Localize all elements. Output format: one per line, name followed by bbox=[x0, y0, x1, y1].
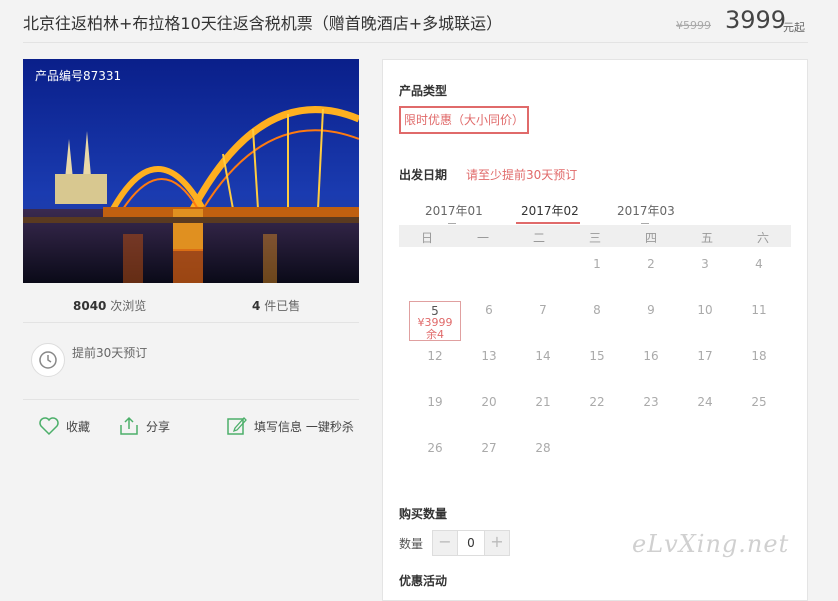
sold-count: 4 bbox=[252, 299, 261, 313]
calendar-day: 24 bbox=[697, 395, 713, 409]
share-button[interactable]: 分享 bbox=[118, 415, 170, 437]
calendar-day: 15 bbox=[589, 349, 605, 363]
product-type-option[interactable]: 限时优惠（大小同价） bbox=[399, 106, 529, 134]
calendar-day: 21 bbox=[535, 395, 551, 409]
page-header: 北京往返柏林+布拉格10天往返含税机票（赠首晚酒店+多城联运） ¥5999 39… bbox=[0, 0, 838, 44]
quantity-section-label: 购买数量 bbox=[399, 507, 448, 521]
calendar-day: 20 bbox=[481, 395, 497, 409]
weekday: 六 bbox=[756, 231, 769, 245]
tab-month-1[interactable]: 2017年01 bbox=[425, 202, 483, 219]
selected-day-remaining: 余4 bbox=[426, 328, 444, 341]
edit-icon bbox=[227, 417, 247, 435]
watermark: eLvXing.net bbox=[632, 530, 790, 558]
calendar-day: 12 bbox=[427, 349, 443, 363]
quantity-input[interactable]: 0 bbox=[457, 531, 485, 555]
calendar-day: 6 bbox=[485, 303, 493, 317]
calendar-day: 14 bbox=[535, 349, 551, 363]
views-count: 8040 bbox=[73, 299, 107, 313]
weekday: 日 bbox=[420, 231, 433, 245]
price-suffix: 元起 bbox=[783, 21, 805, 34]
weekday: 五 bbox=[700, 231, 713, 245]
clock-icon bbox=[31, 343, 65, 377]
share-icon bbox=[120, 416, 138, 435]
calendar-day: 25 bbox=[751, 395, 767, 409]
action-bar: 收藏 分享 填写信息 一键秒杀 bbox=[23, 412, 359, 444]
tab-month-2[interactable]: 2017年02 bbox=[521, 202, 579, 219]
departure-note: 请至少提前30天预订 bbox=[466, 168, 578, 182]
tab-marker bbox=[448, 223, 456, 224]
sold-stat: 4 件已售 bbox=[252, 297, 300, 314]
tab-marker bbox=[641, 223, 649, 224]
heart-icon bbox=[39, 417, 59, 436]
calendar-day: 16 bbox=[643, 349, 659, 363]
views-stat: 8040 次浏览 bbox=[73, 297, 146, 314]
calendar-day: 28 bbox=[535, 441, 551, 455]
calendar-day: 13 bbox=[481, 349, 497, 363]
sold-label: 件已售 bbox=[264, 299, 301, 313]
views-label: 次浏览 bbox=[110, 299, 147, 313]
calendar-day: 22 bbox=[589, 395, 605, 409]
fill-info-button[interactable]: 填写信息 一键秒杀 bbox=[226, 415, 354, 437]
weekday: 一 bbox=[476, 231, 489, 245]
tab-month-3[interactable]: 2017年03 bbox=[617, 202, 675, 219]
calendar-day: 3 bbox=[701, 257, 709, 271]
calendar-day: 2 bbox=[647, 257, 655, 271]
calendar-day: 17 bbox=[697, 349, 713, 363]
quantity-plus-button[interactable]: + bbox=[485, 531, 509, 555]
product-photo: 产品编号87331 bbox=[23, 59, 359, 283]
advance-booking-text: 提前30天预订 bbox=[72, 346, 148, 360]
divider bbox=[23, 399, 359, 400]
product-type-label: 产品类型 bbox=[399, 84, 448, 98]
calendar-day: 1 bbox=[593, 257, 601, 271]
calendar-day: 19 bbox=[427, 395, 443, 409]
weekday: 四 bbox=[644, 231, 657, 245]
favorite-label: 收藏 bbox=[66, 419, 91, 434]
fill-info-label: 填写信息 一键秒杀 bbox=[254, 419, 354, 434]
page-title: 北京往返柏林+布拉格10天往返含税机票（赠首晚酒店+多城联运） bbox=[23, 14, 503, 33]
active-tab-underline bbox=[516, 222, 580, 224]
calendar-day: 8 bbox=[593, 303, 601, 317]
calendar-day: 9 bbox=[647, 303, 655, 317]
calendar-day: 23 bbox=[643, 395, 659, 409]
calendar-day: 10 bbox=[697, 303, 713, 317]
departure-date-label: 出发日期 bbox=[399, 168, 448, 182]
calendar-day: 27 bbox=[481, 441, 497, 455]
current-price: 3999 bbox=[725, 6, 787, 34]
weekday: 二 bbox=[532, 231, 545, 245]
calendar-day: 7 bbox=[539, 303, 547, 317]
calendar-day: 18 bbox=[751, 349, 767, 363]
product-number: 产品编号87331 bbox=[35, 69, 122, 83]
quantity-label: 数量 bbox=[399, 537, 424, 551]
calendar-day: 11 bbox=[751, 303, 767, 317]
header-divider bbox=[23, 42, 808, 43]
calendar-day: 26 bbox=[427, 441, 443, 455]
quantity-stepper: − 0 + bbox=[432, 530, 510, 556]
favorite-button[interactable]: 收藏 bbox=[38, 415, 90, 437]
calendar-day-selected[interactable]: 5 ¥3999 余4 bbox=[409, 301, 461, 341]
booking-panel: 产品类型 限时优惠（大小同价） 出发日期 请至少提前30天预订 2017年01 … bbox=[382, 59, 808, 601]
product-stats: 8040 次浏览 4 件已售 bbox=[23, 290, 359, 323]
quantity-minus-button[interactable]: − bbox=[433, 531, 457, 555]
weekday-header: 日 一 二 三 四 五 六 bbox=[399, 225, 791, 247]
weekday: 三 bbox=[588, 231, 601, 245]
bridge-night-image bbox=[23, 59, 359, 283]
share-label: 分享 bbox=[146, 419, 171, 434]
original-price: ¥5999 bbox=[676, 19, 711, 32]
calendar-day: 4 bbox=[755, 257, 763, 271]
